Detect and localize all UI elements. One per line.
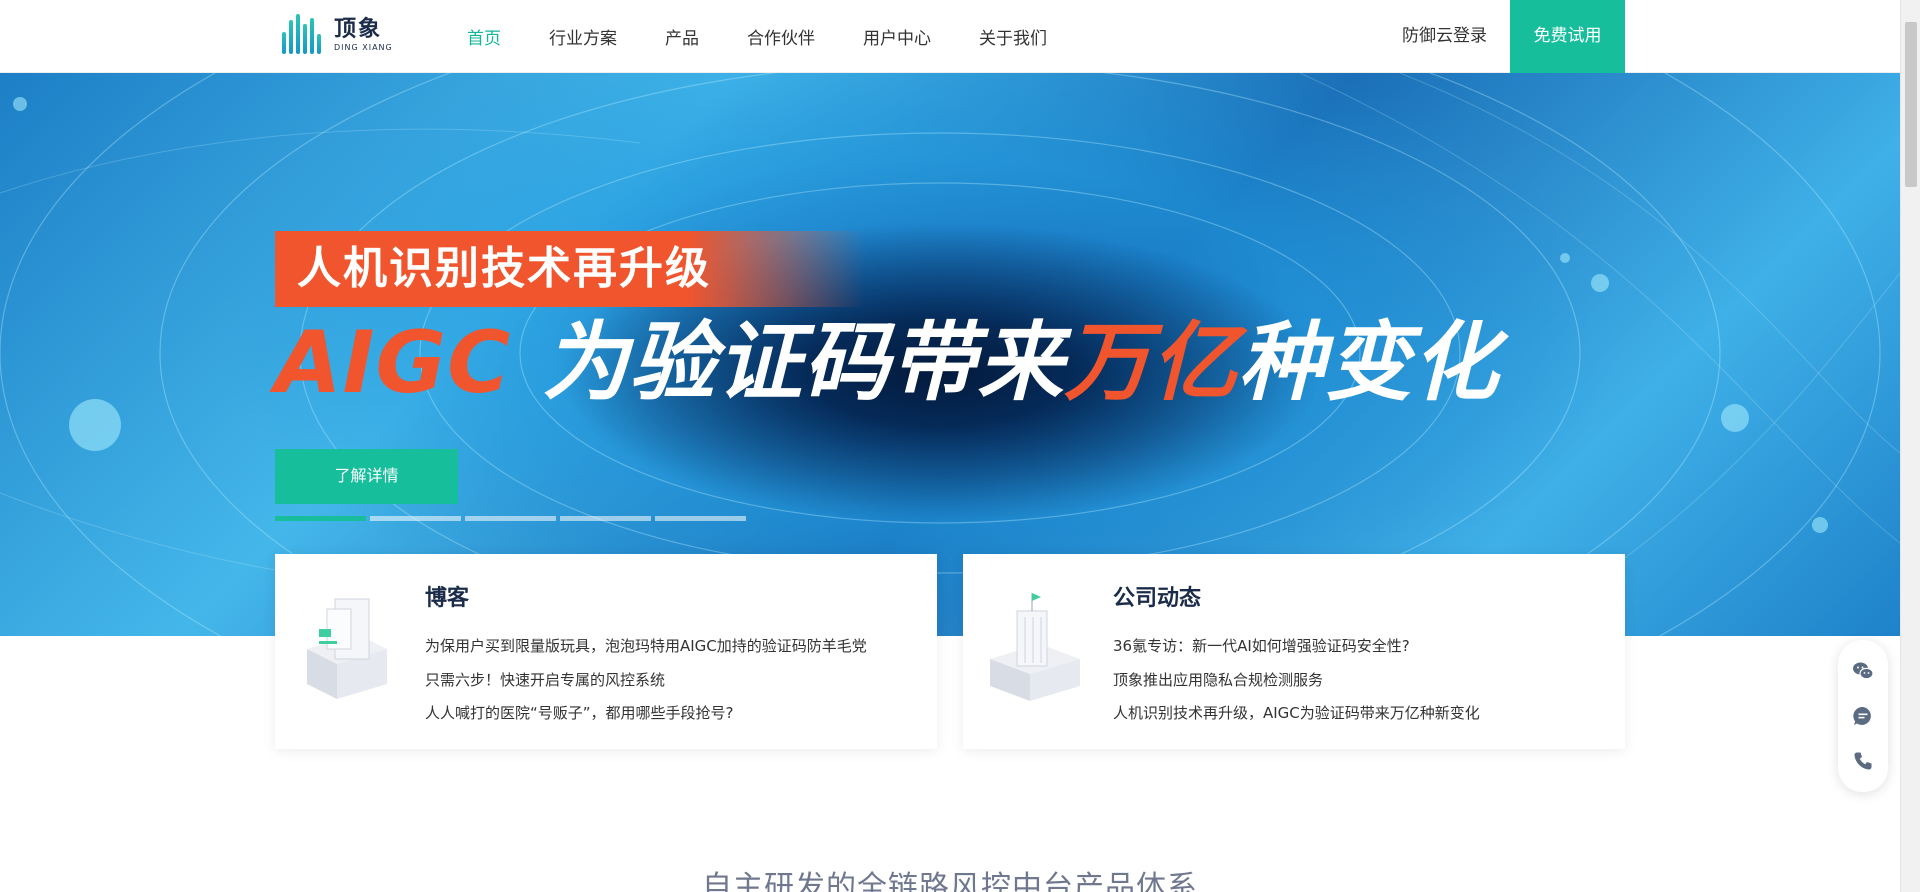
carousel-indicators <box>275 516 746 521</box>
blog-list: 为保用户买到限量版玩具，泡泡玛特用AIGC加持的验证码防羊毛党 只需六步！快速开… <box>425 630 867 731</box>
carousel-dot[interactable] <box>275 516 366 521</box>
phone-icon[interactable] <box>1849 747 1877 775</box>
hero-banner: 人机识别技术再升级 AIGC 为验证码带来万亿种变化 了解详情 <box>0 73 1900 636</box>
blog-item[interactable]: 只需六步！快速开启专属的风控系统 <box>425 664 867 698</box>
hero-title: AIGC 为验证码带来万亿种变化 <box>275 311 1499 415</box>
company-news-card: 公司动态 36氪专访：新一代AI如何增强验证码安全性? 顶象推出应用隐私合规检测… <box>963 554 1625 749</box>
hero-subtitle: 人机识别技术再升级 <box>275 231 865 307</box>
site-header: 顶象 DING XIANG 首页 行业方案 产品 合作伙伴 用户中心 关于我们 … <box>0 0 1900 73</box>
news-title[interactable]: 公司动态 <box>1113 580 1201 612</box>
logo-text-en: DING XIANG <box>334 43 393 52</box>
free-trial-button[interactable]: 免费试用 <box>1510 0 1625 73</box>
news-item[interactable]: 36氪专访：新一代AI如何增强验证码安全性? <box>1113 630 1480 664</box>
scrollbar-thumb[interactable] <box>1905 22 1917 187</box>
floating-contact-bar <box>1838 640 1888 792</box>
cloud-login-link[interactable]: 防御云登录 <box>1402 0 1487 73</box>
page-scrollbar[interactable] <box>1900 0 1920 892</box>
nav-item-products[interactable]: 产品 <box>665 24 699 49</box>
blog-card: 博客 为保用户买到限量版玩具，泡泡玛特用AIGC加持的验证码防羊毛党 只需六步！… <box>275 554 937 749</box>
hero-title-end: 种变化 <box>1238 313 1500 413</box>
hero-title-aigc: AIGC <box>275 313 512 413</box>
news-item[interactable]: 人机识别技术再升级，AIGC为验证码带来万亿种新变化 <box>1113 697 1480 731</box>
blog-title[interactable]: 博客 <box>425 580 469 612</box>
chat-icon[interactable] <box>1849 702 1877 730</box>
news-item[interactable]: 顶象推出应用隐私合规检测服务 <box>1113 664 1480 698</box>
blog-item[interactable]: 人人喊打的医院“号贩子”，都用哪些手段抢号? <box>425 697 867 731</box>
nav-item-about[interactable]: 关于我们 <box>979 24 1047 49</box>
nav-item-solutions[interactable]: 行业方案 <box>549 24 617 49</box>
blog-item[interactable]: 为保用户买到限量版玩具，泡泡玛特用AIGC加持的验证码防羊毛党 <box>425 630 867 664</box>
blog-illustration-icon <box>307 598 387 699</box>
main-nav: 首页 行业方案 产品 合作伙伴 用户中心 关于我们 <box>467 0 1095 73</box>
logo[interactable]: 顶象 DING XIANG <box>280 14 393 58</box>
hero-title-middle: 为验证码带来 <box>542 313 1065 413</box>
carousel-dot[interactable] <box>560 516 651 521</box>
wechat-icon[interactable] <box>1849 657 1877 685</box>
carousel-dot[interactable] <box>370 516 461 521</box>
learn-more-button[interactable]: 了解详情 <box>275 449 458 504</box>
carousel-dot[interactable] <box>655 516 746 521</box>
nav-item-home[interactable]: 首页 <box>467 24 501 49</box>
logo-icon <box>280 14 324 58</box>
logo-text-cn: 顶象 <box>334 17 383 42</box>
carousel-dot[interactable] <box>465 516 556 521</box>
nav-item-partners[interactable]: 合作伙伴 <box>747 24 815 49</box>
news-illustration-icon <box>990 593 1080 701</box>
nav-item-user-center[interactable]: 用户中心 <box>863 24 931 49</box>
hero-title-highlight: 万亿 <box>1064 313 1239 413</box>
news-list: 36氪专访：新一代AI如何增强验证码安全性? 顶象推出应用隐私合规检测服务 人机… <box>1113 630 1480 731</box>
section-title: 自主研发的全链路风控中台产品体系 <box>702 870 1198 892</box>
